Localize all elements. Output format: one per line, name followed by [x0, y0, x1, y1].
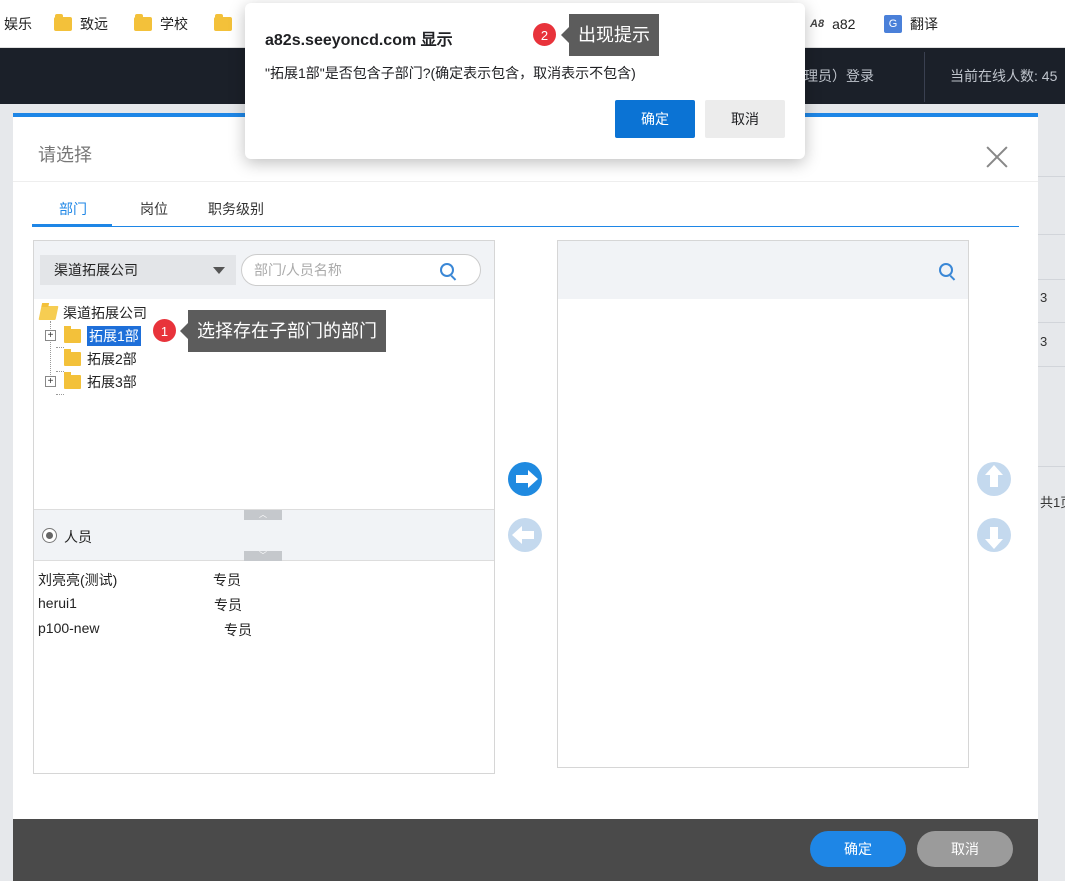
selected-panel-header — [558, 241, 968, 299]
translate-icon: G — [884, 15, 902, 33]
tab-department[interactable]: 部门 — [59, 199, 87, 219]
dialog-cancel-button[interactable]: 取消 — [917, 831, 1013, 867]
tree-line — [56, 394, 64, 395]
panel-splitter: ︿ 人员 ﹀ — [34, 509, 494, 561]
selected-panel — [557, 240, 969, 768]
people-radio[interactable] — [42, 528, 57, 543]
dialog-ok-button[interactable]: 确定 — [810, 831, 906, 867]
confirm-alert: a82s.seeyoncd.com 显示 "拓展1部"是否包含子部门?(确定表示… — [245, 3, 805, 159]
bookmark-translate[interactable]: G 翻译 — [884, 14, 938, 34]
tree-node-label: 拓展2部 — [87, 351, 137, 367]
person-role: 专员 — [224, 622, 252, 638]
active-tab-indicator — [32, 224, 112, 227]
title-divider — [13, 181, 1038, 182]
bg-cell-text: 3 — [1040, 290, 1048, 305]
bookmark-school[interactable]: 学校 — [134, 14, 188, 34]
search-input[interactable] — [254, 260, 434, 280]
search-box[interactable] — [241, 254, 481, 286]
bg-row-line — [1038, 322, 1065, 323]
list-item[interactable]: 刘亮亮(测试) 专员 — [38, 570, 241, 590]
remove-selection-button[interactable] — [508, 518, 542, 552]
select-dialog: 请选择 部门 岗位 职务级别 渠道拓展公司 渠道拓展公司 — [13, 113, 1038, 881]
list-item[interactable]: p100-new 专员 — [38, 620, 252, 640]
dialog-tabs: 部门 岗位 职务级别 — [32, 187, 1019, 227]
tree-node-label: 拓展1部 — [87, 326, 141, 346]
expand-icon[interactable]: + — [45, 330, 56, 341]
dialog-footer: 确定 取消 — [13, 819, 1038, 881]
folder-open-icon — [38, 306, 59, 320]
tab-job-level[interactable]: 职务级别 — [208, 199, 264, 219]
header-divider — [924, 52, 925, 102]
bg-row-line — [1038, 279, 1065, 280]
arrow-up-icon — [985, 465, 1003, 487]
a8-icon: A8 — [810, 18, 825, 30]
bookmark-folder[interactable] — [214, 14, 240, 34]
alert-message: "拓展1部"是否包含子部门?(确定表示包含，取消表示不包含) — [265, 65, 636, 81]
person-role: 专员 — [213, 572, 241, 588]
alert-title: a82s.seeyoncd.com 显示 — [265, 32, 453, 49]
arrow-down-icon — [985, 527, 1003, 549]
folder-icon — [214, 14, 232, 31]
bookmark-zhiyuan[interactable]: 致远 — [54, 14, 108, 34]
bg-row-line — [1038, 176, 1065, 177]
tree-node-label: 拓展3部 — [87, 374, 137, 390]
folder-icon — [64, 372, 81, 389]
person-name: 刘亮亮(测试) — [38, 572, 118, 588]
bg-row-line — [1038, 466, 1065, 467]
close-icon[interactable] — [983, 143, 1011, 171]
bg-row-line — [1038, 234, 1065, 235]
tab-position[interactable]: 岗位 — [140, 199, 168, 219]
bookmark-label: 致远 — [80, 16, 108, 32]
annotation-badge-2: 2 — [532, 22, 557, 47]
annotation-callout-1: 选择存在子部门的部门 — [180, 310, 386, 352]
bookmark-label: 学校 — [160, 16, 188, 32]
tree-root[interactable]: 渠道拓展公司 — [38, 303, 147, 323]
bookmark-entertainment[interactable]: 娱乐 — [4, 14, 32, 34]
bookmark-label: 娱乐 — [4, 16, 32, 32]
tree-line — [56, 347, 64, 348]
department-select-value: 渠道拓展公司 — [54, 262, 138, 278]
tree-node-tuozhan1[interactable]: 拓展1部 — [64, 326, 141, 346]
tree-line — [56, 371, 64, 372]
people-radio-label: 人员 — [64, 529, 92, 545]
annotation-callout-2: 出现提示 — [561, 14, 659, 56]
folder-icon — [54, 14, 72, 31]
alert-cancel-button[interactable]: 取消 — [705, 100, 785, 138]
move-up-button[interactable] — [977, 462, 1011, 496]
search-icon[interactable] — [939, 263, 953, 277]
tree-node-tuozhan2[interactable]: 拓展2部 — [64, 349, 137, 369]
folder-icon — [134, 14, 152, 31]
collapse-down-icon[interactable]: ﹀ — [244, 551, 282, 561]
add-selection-button[interactable] — [508, 462, 542, 496]
folder-icon — [64, 326, 81, 343]
list-item[interactable]: herui1 专员 — [38, 595, 242, 615]
search-icon[interactable] — [440, 263, 454, 277]
collapse-up-icon[interactable]: ︿ — [244, 510, 282, 520]
chevron-down-icon — [213, 267, 225, 274]
person-role: 专员 — [214, 597, 242, 613]
bg-row-line — [1038, 366, 1065, 367]
move-down-button[interactable] — [977, 518, 1011, 552]
person-name: p100-new — [38, 620, 100, 636]
bookmark-label: 翻译 — [910, 16, 938, 32]
tree-root-label: 渠道拓展公司 — [63, 305, 147, 321]
dialog-title: 请选择 — [38, 145, 92, 165]
online-count: 当前在线人数: 45 — [950, 68, 1058, 84]
expand-icon[interactable]: + — [45, 376, 56, 387]
department-select[interactable]: 渠道拓展公司 — [40, 255, 236, 285]
arrow-left-icon — [512, 526, 534, 544]
bg-cell-text: 3 — [1040, 334, 1048, 349]
alert-ok-button[interactable]: 确定 — [615, 100, 695, 138]
folder-icon — [64, 349, 81, 366]
bookmark-a82[interactable]: A8 a82 — [810, 14, 855, 34]
annotation-badge-1: 1 — [152, 318, 177, 343]
bg-pagination-text: 共1页 — [1040, 495, 1065, 510]
tree-node-tuozhan3[interactable]: 拓展3部 — [64, 372, 137, 392]
source-panel-header: 渠道拓展公司 — [34, 241, 494, 299]
arrow-right-icon — [516, 470, 538, 488]
bookmark-label: a82 — [832, 16, 856, 32]
person-name: herui1 — [38, 595, 77, 611]
